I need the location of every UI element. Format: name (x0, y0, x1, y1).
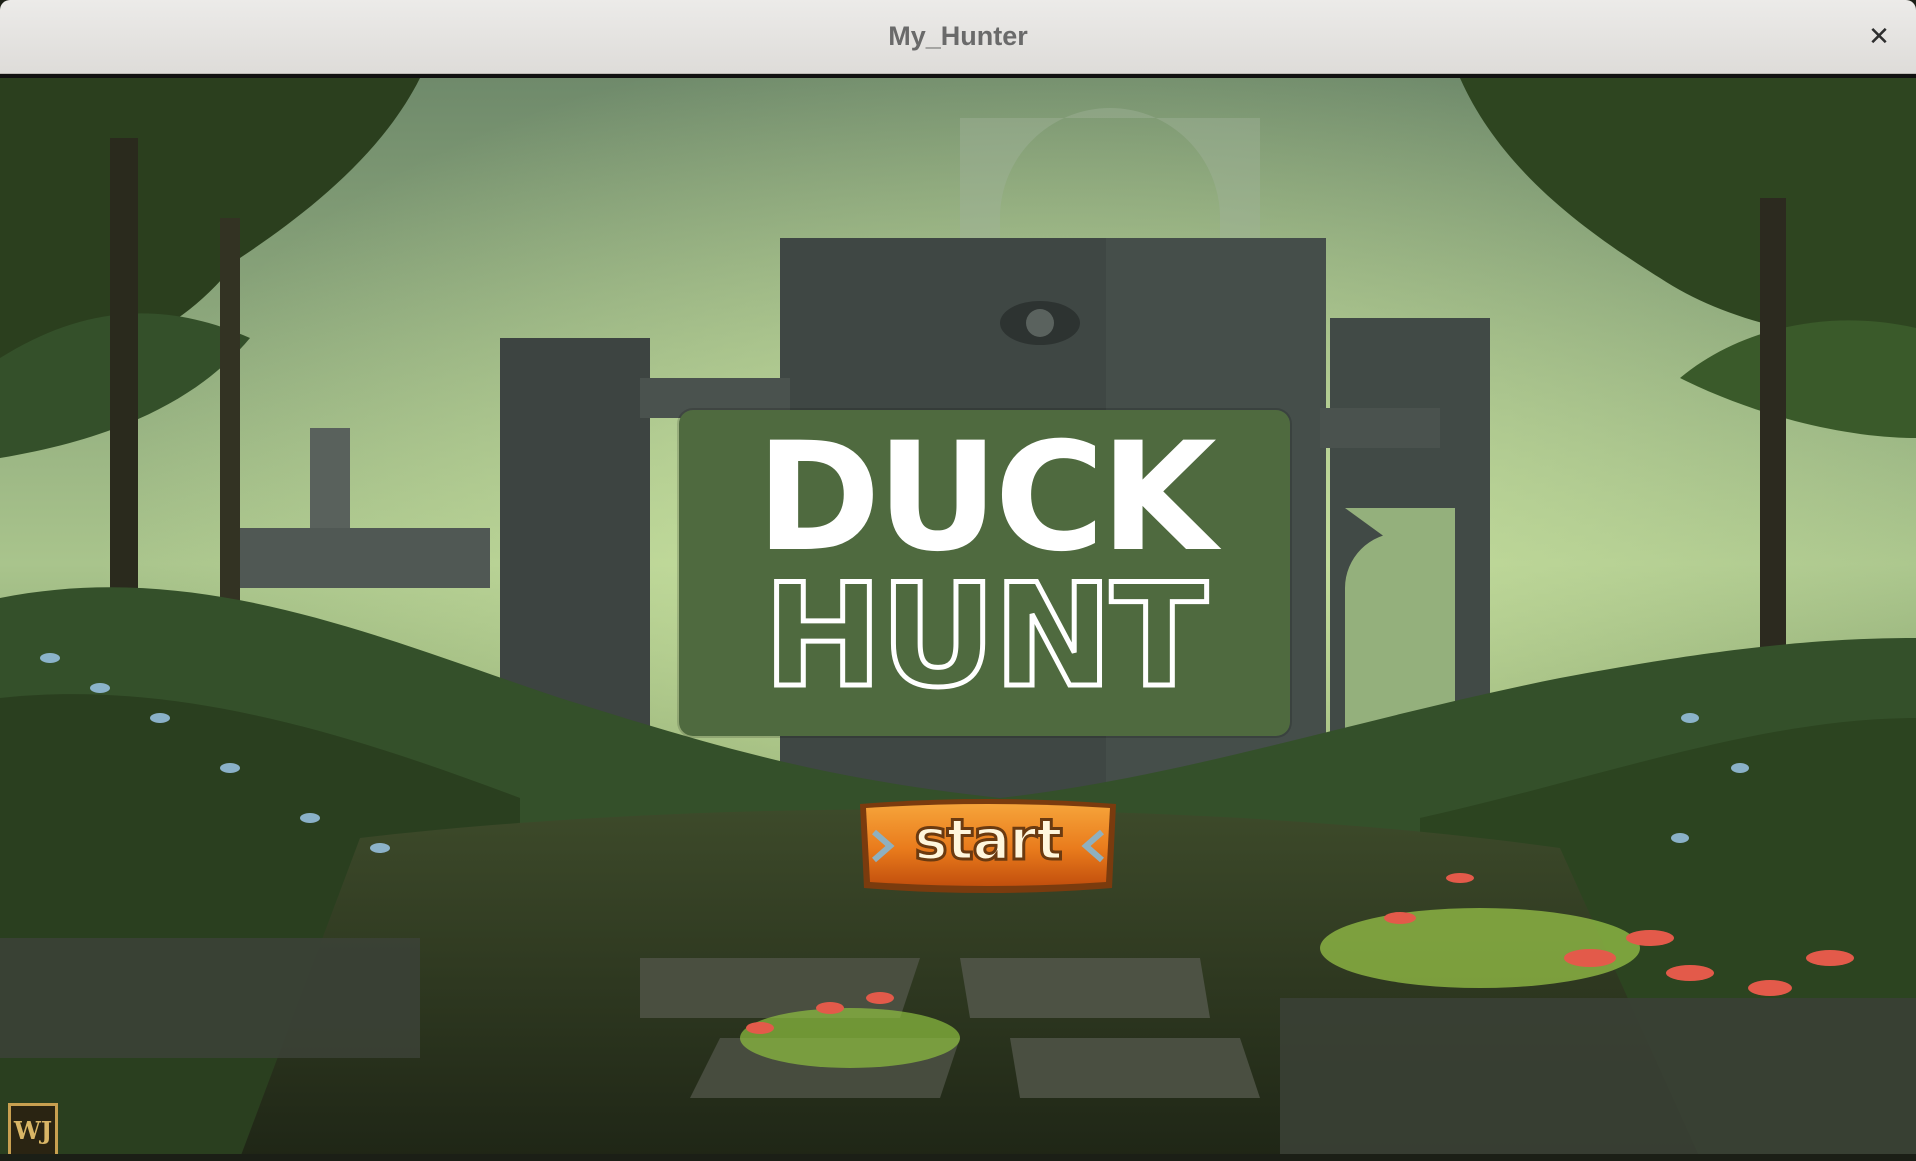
close-icon[interactable]: ✕ (1864, 22, 1894, 52)
window-title: My_Hunter (888, 21, 1028, 51)
game-viewport[interactable]: DUCK HUNT start WJ (0, 74, 1916, 1154)
start-button-label: start (913, 807, 1064, 875)
logo-title-hunt: HUNT (761, 554, 1210, 719)
window-titlebar: My_Hunter ✕ (0, 0, 1916, 74)
watermark-logo: WJ (8, 1103, 58, 1154)
start-button[interactable]: start (856, 796, 1120, 896)
game-logo-panel: DUCK HUNT (679, 410, 1290, 736)
